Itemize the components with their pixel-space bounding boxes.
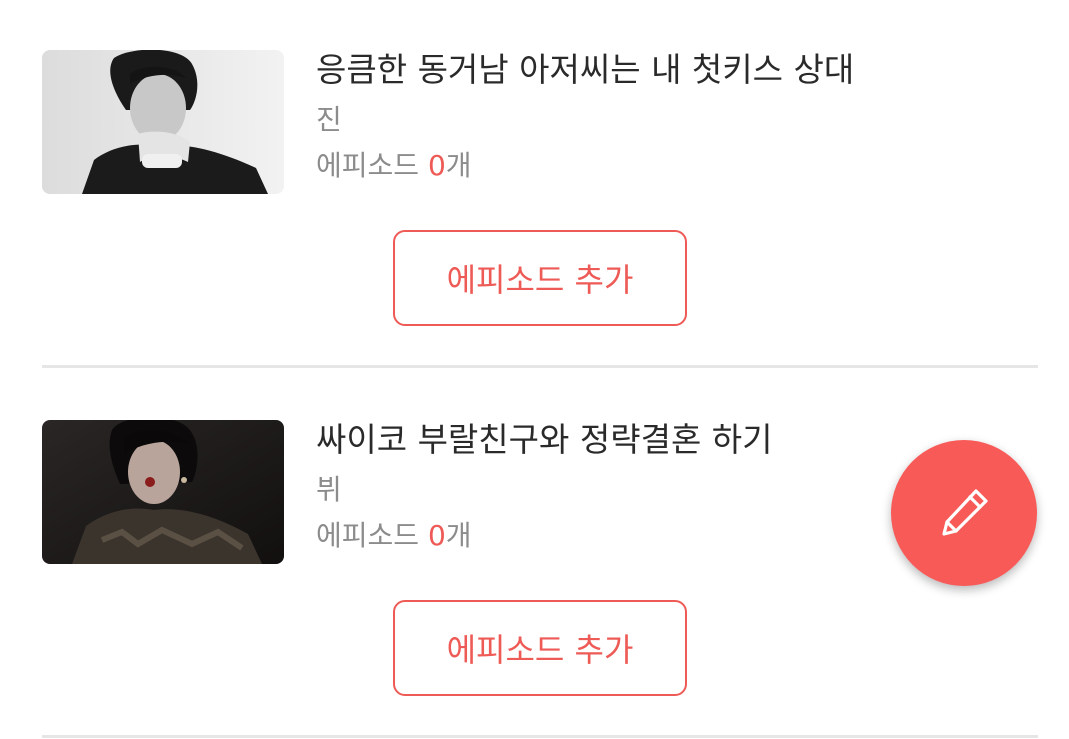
divider xyxy=(42,365,1038,368)
pencil-icon xyxy=(942,489,988,536)
episode-count-unit: 개 xyxy=(445,149,472,182)
story-title[interactable]: 응큼한 동거남 아저씨는 내 첫키스 상대 xyxy=(316,50,854,90)
episode-count-value: 0 xyxy=(427,519,446,552)
write-fab-button[interactable] xyxy=(891,440,1037,586)
episode-count-label: 에피소드 xyxy=(316,519,420,552)
divider xyxy=(42,735,1038,738)
episode-count-line: 에피소드 0개 xyxy=(316,148,472,184)
story-author: 뷔 xyxy=(316,473,342,506)
add-episode-button[interactable]: 에피소드 추가 xyxy=(393,230,687,326)
story-thumbnail[interactable] xyxy=(42,420,284,564)
story-thumbnail[interactable] xyxy=(42,50,284,194)
episode-count-line: 에피소드 0개 xyxy=(316,518,472,554)
story-author: 진 xyxy=(316,103,342,136)
story-title[interactable]: 싸이코 부랄친구와 정략결혼 하기 xyxy=(316,420,773,460)
episode-count-unit: 개 xyxy=(445,519,472,552)
episode-count-value: 0 xyxy=(427,149,446,182)
add-episode-button[interactable]: 에피소드 추가 xyxy=(393,600,687,696)
story-list-page: 응큼한 동거남 아저씨는 내 첫키스 상대 진 에피소드 0개 에피소드 추가 xyxy=(0,0,1069,739)
episode-count-label: 에피소드 xyxy=(316,149,420,182)
